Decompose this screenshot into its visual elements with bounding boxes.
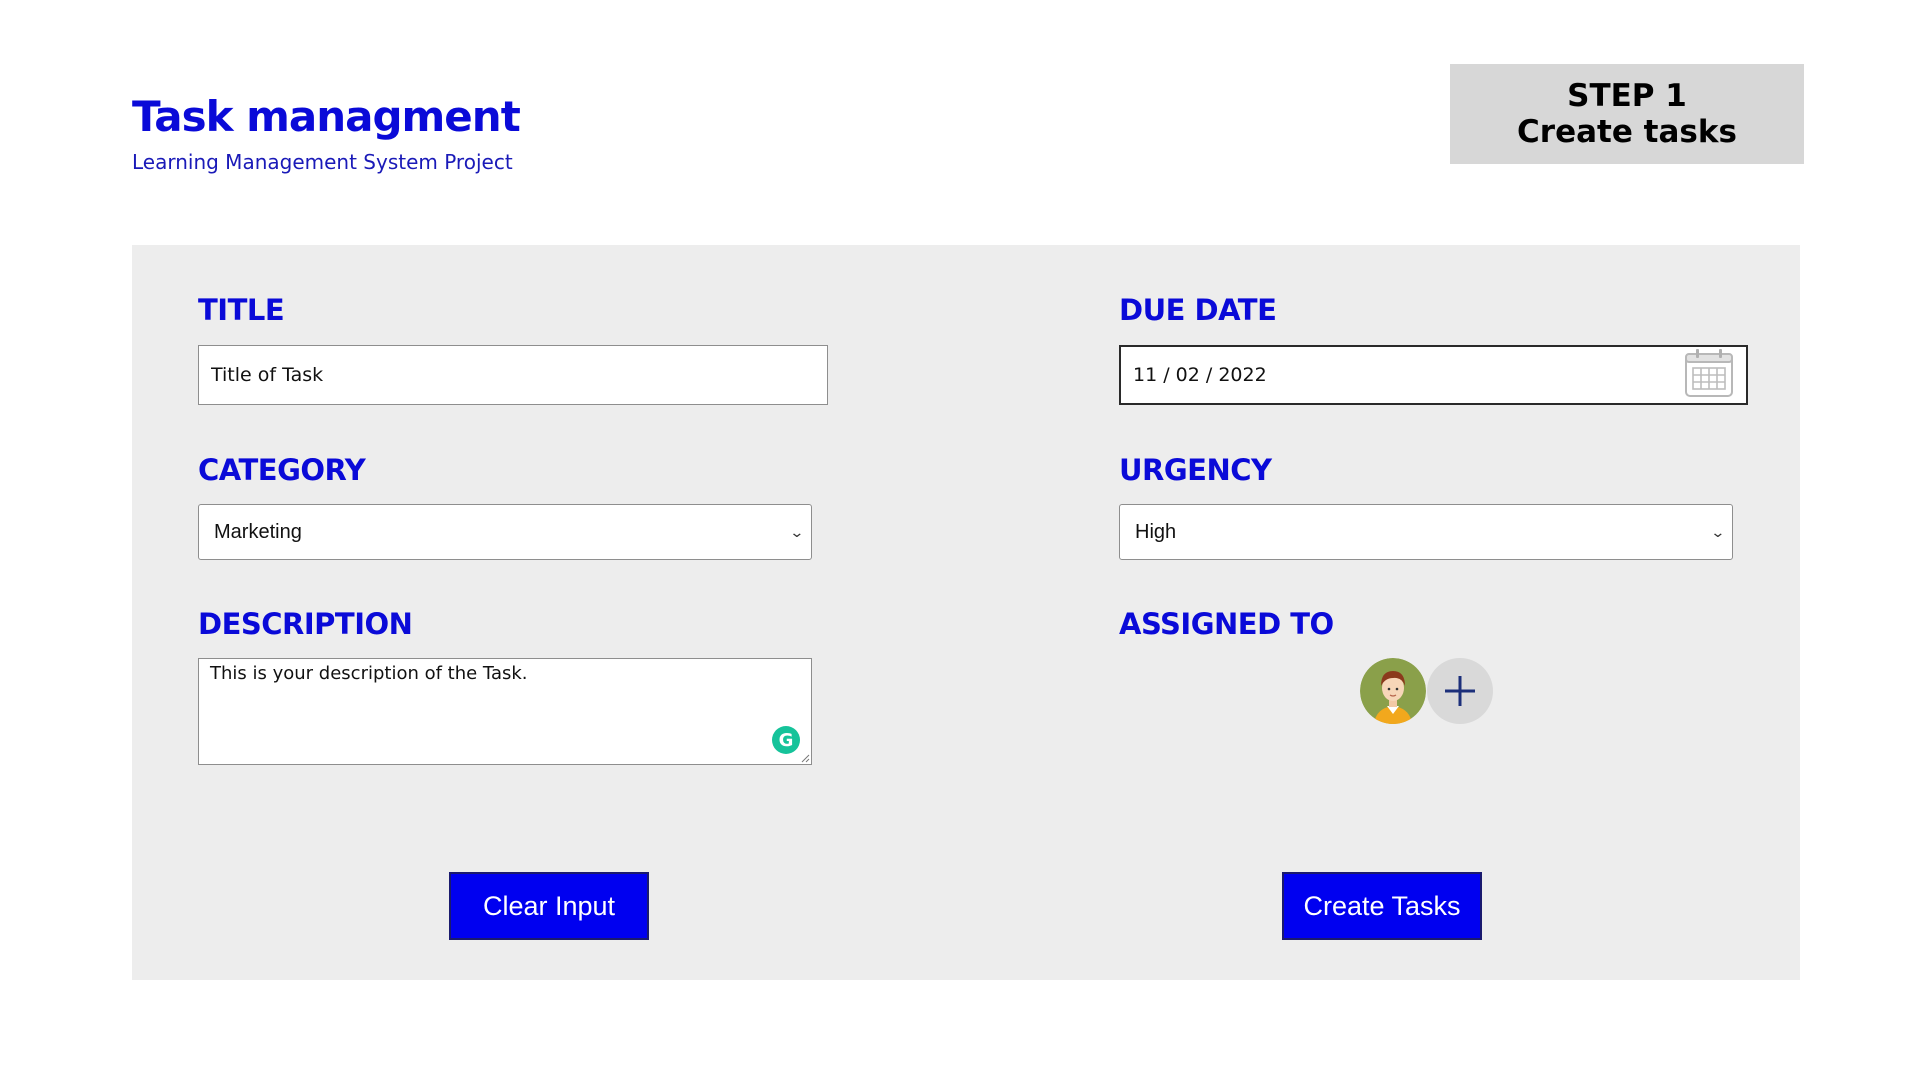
add-assignee-button[interactable] bbox=[1427, 658, 1493, 724]
task-form: TITLE DUE DATE 11 / 02 / 2022 bbox=[132, 245, 1800, 980]
resize-handle-icon[interactable] bbox=[801, 754, 810, 763]
chevron-down-icon: ⌄ bbox=[789, 523, 805, 540]
calendar-icon[interactable] bbox=[1684, 348, 1734, 403]
category-label: CATEGORY bbox=[198, 453, 366, 487]
step-number: STEP 1 bbox=[1567, 78, 1687, 114]
category-select[interactable]: Marketing ⌄ bbox=[198, 504, 812, 560]
description-text: This is your description of the Task. bbox=[210, 663, 528, 684]
category-selected-value: Marketing bbox=[214, 520, 302, 543]
due-date-value: 11 / 02 / 2022 bbox=[1133, 364, 1267, 386]
chevron-down-icon: ⌄ bbox=[1710, 523, 1726, 540]
title-input[interactable] bbox=[198, 345, 828, 405]
urgency-label: URGENCY bbox=[1119, 453, 1272, 487]
description-textarea[interactable]: This is your description of the Task. G bbox=[198, 658, 812, 765]
grammarly-icon[interactable]: G bbox=[772, 726, 800, 754]
create-tasks-button[interactable]: Create Tasks bbox=[1282, 872, 1482, 940]
step-description: Create tasks bbox=[1517, 114, 1737, 150]
title-label: TITLE bbox=[198, 293, 285, 327]
plus-icon bbox=[1445, 676, 1475, 706]
page: Task managment Learning Management Syste… bbox=[0, 0, 1920, 1080]
due-date-label: DUE DATE bbox=[1119, 293, 1277, 327]
urgency-select[interactable]: High ⌄ bbox=[1119, 504, 1733, 560]
due-date-input[interactable]: 11 / 02 / 2022 bbox=[1119, 345, 1748, 405]
app-title: Task managment bbox=[132, 92, 521, 141]
description-label: DESCRIPTION bbox=[198, 607, 413, 641]
clear-input-button[interactable]: Clear Input bbox=[449, 872, 649, 940]
user-avatar-icon[interactable] bbox=[1360, 658, 1426, 724]
step-indicator: STEP 1 Create tasks bbox=[1450, 64, 1804, 164]
urgency-selected-value: High bbox=[1135, 520, 1177, 543]
app-subtitle: Learning Management System Project bbox=[132, 150, 513, 174]
assigned-to-label: ASSIGNED TO bbox=[1119, 607, 1334, 641]
